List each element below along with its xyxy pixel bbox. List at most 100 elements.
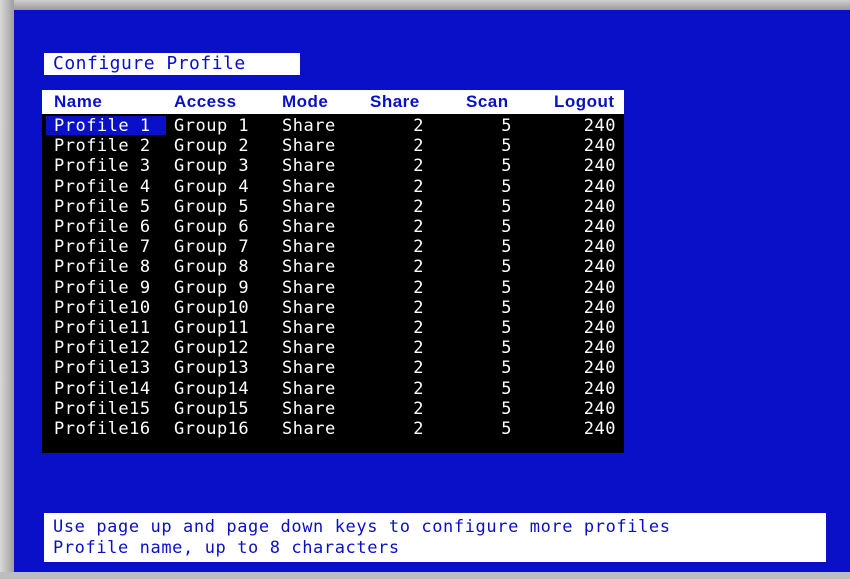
table-row[interactable]: Profile 6 Group 6 Share 2 5 240 [42,217,624,237]
table-row[interactable]: Profile16 Group16 Share 2 5 240 [42,419,624,439]
share-cell[interactable]: 2 [374,217,424,237]
mode-cell[interactable]: Share [282,298,336,318]
profile-name-cell[interactable]: Profile10 [46,298,166,318]
share-cell[interactable]: 2 [374,318,424,338]
profile-name-cell[interactable]: Profile 3 [46,156,166,176]
mode-cell[interactable]: Share [282,197,336,217]
share-cell[interactable]: 2 [374,197,424,217]
table-row[interactable]: Profile 8 Group 8 Share 2 5 240 [42,257,624,277]
access-cell[interactable]: Group 5 [174,197,249,217]
mode-cell[interactable]: Share [282,257,336,277]
access-cell[interactable]: Group11 [174,318,249,338]
mode-cell[interactable]: Share [282,278,336,298]
scan-cell[interactable]: 5 [462,177,512,197]
logout-cell[interactable]: 240 [552,116,616,136]
logout-cell[interactable]: 240 [552,257,616,277]
access-cell[interactable]: Group 6 [174,217,249,237]
access-cell[interactable]: Group13 [174,358,249,378]
profile-name-cell[interactable]: Profile 8 [46,257,166,277]
access-cell[interactable]: Group14 [174,379,249,399]
profile-name-cell[interactable]: Profile 7 [46,237,166,257]
scan-cell[interactable]: 5 [462,136,512,156]
logout-cell[interactable]: 240 [552,177,616,197]
share-cell[interactable]: 2 [374,237,424,257]
logout-cell[interactable]: 240 [552,338,616,358]
mode-cell[interactable]: Share [282,419,336,439]
share-cell[interactable]: 2 [374,116,424,136]
logout-cell[interactable]: 240 [552,136,616,156]
profile-name-cell[interactable]: Profile14 [46,379,166,399]
share-cell[interactable]: 2 [374,298,424,318]
scan-cell[interactable]: 5 [462,278,512,298]
share-cell[interactable]: 2 [374,278,424,298]
access-cell[interactable]: Group 4 [174,177,249,197]
profile-name-cell[interactable]: Profile 5 [46,197,166,217]
scan-cell[interactable]: 5 [462,257,512,277]
profile-name-cell[interactable]: Profile 6 [46,217,166,237]
share-cell[interactable]: 2 [374,257,424,277]
share-cell[interactable]: 2 [374,136,424,156]
profile-name-cell[interactable]: Profile12 [46,338,166,358]
mode-cell[interactable]: Share [282,379,336,399]
mode-cell[interactable]: Share [282,237,336,257]
profile-name-cell[interactable]: Profile11 [46,318,166,338]
scan-cell[interactable]: 5 [462,338,512,358]
logout-cell[interactable]: 240 [552,318,616,338]
profile-name-cell[interactable]: Profile16 [46,419,166,439]
scan-cell[interactable]: 5 [462,318,512,338]
share-cell[interactable]: 2 [374,156,424,176]
scan-cell[interactable]: 5 [462,419,512,439]
scan-cell[interactable]: 5 [462,379,512,399]
table-row[interactable]: Profile11 Group11 Share 2 5 240 [42,318,624,338]
mode-cell[interactable]: Share [282,399,336,419]
scan-cell[interactable]: 5 [462,217,512,237]
logout-cell[interactable]: 240 [552,156,616,176]
mode-cell[interactable]: Share [282,136,336,156]
scan-cell[interactable]: 5 [462,116,512,136]
table-row[interactable]: Profile 4 Group 4 Share 2 5 240 [42,177,624,197]
mode-cell[interactable]: Share [282,177,336,197]
profile-name-cell[interactable]: Profile15 [46,399,166,419]
logout-cell[interactable]: 240 [552,419,616,439]
scan-cell[interactable]: 5 [462,197,512,217]
scan-cell[interactable]: 5 [462,156,512,176]
access-cell[interactable]: Group12 [174,338,249,358]
scan-cell[interactable]: 5 [462,358,512,378]
mode-cell[interactable]: Share [282,116,336,136]
mode-cell[interactable]: Share [282,156,336,176]
table-row[interactable]: Profile 1 Group 1 Share 2 5 240 [42,116,624,136]
profile-name-cell[interactable]: Profile13 [46,358,166,378]
logout-cell[interactable]: 240 [552,358,616,378]
logout-cell[interactable]: 240 [552,298,616,318]
logout-cell[interactable]: 240 [552,399,616,419]
table-row[interactable]: Profile 2 Group 2 Share 2 5 240 [42,136,624,156]
share-cell[interactable]: 2 [374,379,424,399]
profile-name-cell[interactable]: Profile 1 [46,116,166,136]
share-cell[interactable]: 2 [374,399,424,419]
access-cell[interactable]: Group10 [174,298,249,318]
table-row[interactable]: Profile12 Group12 Share 2 5 240 [42,338,624,358]
table-row[interactable]: Profile 7 Group 7 Share 2 5 240 [42,237,624,257]
table-row[interactable]: Profile14 Group14 Share 2 5 240 [42,379,624,399]
access-cell[interactable]: Group 2 [174,136,249,156]
logout-cell[interactable]: 240 [552,217,616,237]
table-row[interactable]: Profile 5 Group 5 Share 2 5 240 [42,197,624,217]
access-cell[interactable]: Group 7 [174,237,249,257]
table-row[interactable]: Profile13 Group13 Share 2 5 240 [42,358,624,378]
access-cell[interactable]: Group 1 [174,116,249,136]
scan-cell[interactable]: 5 [462,399,512,419]
profile-name-cell[interactable]: Profile 4 [46,177,166,197]
logout-cell[interactable]: 240 [552,237,616,257]
scan-cell[interactable]: 5 [462,298,512,318]
logout-cell[interactable]: 240 [552,379,616,399]
access-cell[interactable]: Group 9 [174,278,249,298]
access-cell[interactable]: Group 8 [174,257,249,277]
share-cell[interactable]: 2 [374,358,424,378]
mode-cell[interactable]: Share [282,338,336,358]
table-row[interactable]: Profile10 Group10 Share 2 5 240 [42,298,624,318]
logout-cell[interactable]: 240 [552,278,616,298]
mode-cell[interactable]: Share [282,318,336,338]
scan-cell[interactable]: 5 [462,237,512,257]
table-row[interactable]: Profile 3 Group 3 Share 2 5 240 [42,156,624,176]
share-cell[interactable]: 2 [374,338,424,358]
